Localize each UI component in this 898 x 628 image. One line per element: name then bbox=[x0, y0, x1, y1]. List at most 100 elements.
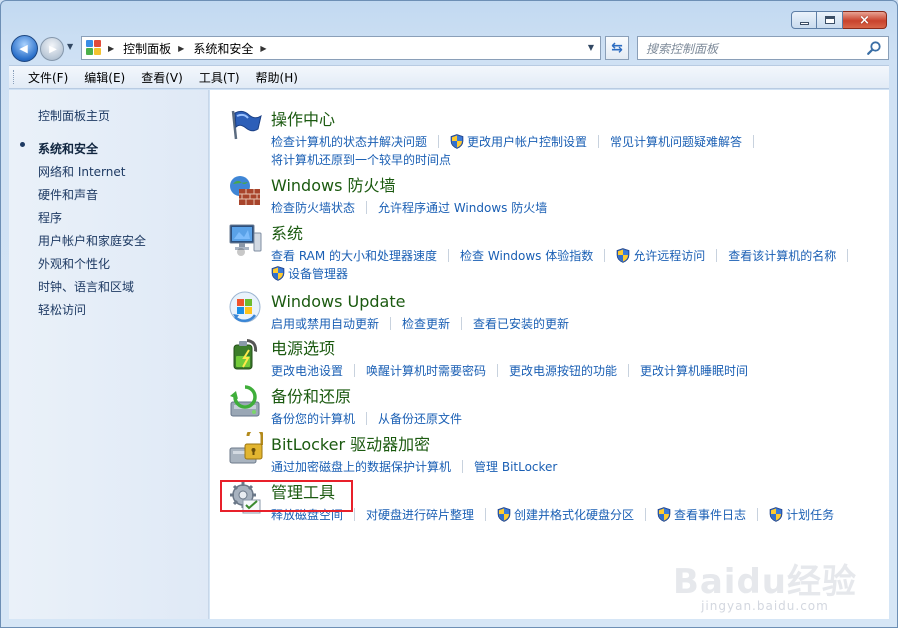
task-link[interactable]: 从备份还原文件 bbox=[378, 410, 462, 427]
task-link[interactable]: 更改电池设置 bbox=[271, 362, 343, 379]
refresh-button[interactable]: ⇆ bbox=[605, 36, 629, 60]
task-link[interactable]: 将计算机还原到一个较早的时间点 bbox=[271, 151, 451, 168]
sidebar-home-link[interactable]: 控制面板主页 bbox=[38, 107, 110, 124]
chevron-right-icon[interactable]: ▶ bbox=[260, 44, 266, 53]
forward-arrow-icon: ▶ bbox=[49, 43, 57, 55]
task-link[interactable]: 唤醒计算机时需要密码 bbox=[366, 362, 486, 379]
menu-bar: 文件(F) 编辑(E) 查看(V) 工具(T) 帮助(H) bbox=[9, 65, 889, 89]
task-link[interactable]: 检查更新 bbox=[402, 315, 450, 332]
menu-help[interactable]: 帮助(H) bbox=[248, 69, 306, 86]
task-link-label: 更改电池设置 bbox=[271, 364, 344, 378]
task-link[interactable]: 备份您的计算机 bbox=[271, 410, 355, 427]
task-link[interactable]: 计划任务 bbox=[769, 506, 834, 523]
maximize-button[interactable] bbox=[817, 11, 843, 29]
chevron-right-icon[interactable]: ▶ bbox=[178, 44, 184, 53]
task-link[interactable]: 查看已安装的更新 bbox=[473, 315, 569, 332]
task-link-label: 允许程序通过 Windows 防火墙 bbox=[378, 201, 548, 215]
task-link[interactable]: 检查计算机的状态并解决问题 bbox=[271, 133, 427, 150]
task-link[interactable]: 设备管理器 bbox=[271, 265, 348, 282]
task-link-label: 将计算机还原到一个较早的时间点 bbox=[271, 153, 452, 167]
task-link-label: 创建并格式化硬盘分区 bbox=[514, 508, 635, 522]
task-link[interactable]: 允许程序通过 Windows 防火墙 bbox=[378, 199, 547, 216]
close-icon: × bbox=[859, 12, 870, 28]
task-link[interactable]: 管理 BitLocker bbox=[474, 458, 557, 475]
windows-update-icon[interactable] bbox=[227, 289, 263, 325]
flag-icon[interactable] bbox=[227, 107, 263, 143]
link-row: 释放磁盘空间 对硬盘进行碎片整理 创建并格式化硬盘分区 查看事件日志 计划任务 bbox=[271, 506, 834, 523]
link-row: 设备管理器 bbox=[271, 265, 348, 282]
task-link[interactable]: 对硬盘进行碎片整理 bbox=[366, 506, 474, 523]
category-title-windows-firewall[interactable]: Windows 防火墙 bbox=[271, 177, 396, 195]
baidu-watermark: Baidu经验 jingyan.baidu.com bbox=[673, 554, 857, 613]
forward-button[interactable]: ▶ bbox=[40, 37, 64, 61]
category-title-backup-restore[interactable]: 备份和还原 bbox=[271, 388, 351, 406]
address-dropdown[interactable]: ▼ bbox=[588, 43, 594, 52]
task-link-label: 备份您的计算机 bbox=[271, 412, 356, 426]
address-bar[interactable]: ▶ 控制面板 ▶ 系统和安全 ▶ ▼ bbox=[81, 36, 601, 60]
menu-edit[interactable]: 编辑(E) bbox=[76, 69, 133, 86]
battery-icon[interactable] bbox=[227, 336, 263, 372]
link-divider bbox=[847, 249, 849, 262]
breadcrumb-root-chevron[interactable]: ▶ bbox=[108, 44, 123, 53]
task-link[interactable]: 查看 RAM 的大小和处理器速度 bbox=[271, 247, 437, 264]
task-link[interactable]: 检查防火墙状态 bbox=[271, 199, 355, 216]
sidebar-item-network[interactable]: 网络和 Internet bbox=[38, 163, 125, 180]
search-icon[interactable] bbox=[866, 40, 882, 56]
category-title-power-options[interactable]: 电源选项 bbox=[271, 340, 335, 358]
menu-view[interactable]: 查看(V) bbox=[133, 69, 191, 86]
task-link[interactable]: 更改计算机睡眠时间 bbox=[640, 362, 748, 379]
link-row: 启用或禁用自动更新 检查更新 查看已安装的更新 bbox=[271, 315, 569, 332]
task-link[interactable]: 查看事件日志 bbox=[657, 506, 746, 523]
task-link[interactable]: 通过加密磁盘上的数据保护计算机 bbox=[271, 458, 451, 475]
minimize-button[interactable] bbox=[791, 11, 817, 29]
link-divider bbox=[598, 135, 600, 148]
link-divider bbox=[645, 508, 647, 521]
task-link-label: 启用或禁用自动更新 bbox=[271, 317, 380, 331]
sidebar-item-system-security[interactable]: 系统和安全 bbox=[38, 140, 98, 157]
category-title-windows-update[interactable]: Windows Update bbox=[271, 293, 405, 311]
link-row: 将计算机还原到一个较早的时间点 bbox=[271, 151, 451, 168]
uac-shield-icon bbox=[271, 266, 285, 281]
task-link[interactable]: 更改电源按钮的功能 bbox=[509, 362, 617, 379]
task-link[interactable]: 启用或禁用自动更新 bbox=[271, 315, 379, 332]
sidebar-item-clock-region[interactable]: 时钟、语言和区域 bbox=[38, 278, 134, 295]
category-title-system[interactable]: 系统 bbox=[271, 225, 303, 243]
sidebar-item-user-accounts[interactable]: 用户帐户和家庭安全 bbox=[38, 232, 146, 249]
task-link[interactable]: 更改用户帐户控制设置 bbox=[450, 133, 587, 150]
task-link[interactable]: 创建并格式化硬盘分区 bbox=[497, 506, 634, 523]
backup-icon[interactable] bbox=[227, 384, 263, 420]
task-link[interactable]: 允许远程访问 bbox=[616, 247, 705, 264]
bitlocker-icon[interactable] bbox=[227, 432, 263, 468]
sidebar-item-programs[interactable]: 程序 bbox=[38, 209, 62, 226]
task-link[interactable]: 常见计算机问题疑难解答 bbox=[610, 133, 742, 150]
sidebar-item-ease-of-access[interactable]: 轻松访问 bbox=[38, 301, 86, 318]
search-input[interactable]: 搜索控制面板 bbox=[637, 36, 889, 60]
watermark-logo: Baidu经验 bbox=[672, 562, 857, 602]
task-link-label: 检查计算机的状态并解决问题 bbox=[271, 135, 428, 149]
task-link-label: 计划任务 bbox=[786, 508, 835, 522]
task-link-label: 唤醒计算机时需要密码 bbox=[366, 364, 487, 378]
back-button[interactable]: ◀ bbox=[11, 35, 38, 62]
recent-pages-dropdown[interactable]: ▼ bbox=[67, 42, 73, 51]
sidebar: 控制面板主页 系统和安全 网络和 Internet 硬件和声音 程序 用户帐户和… bbox=[9, 90, 209, 619]
menu-tools[interactable]: 工具(T) bbox=[191, 69, 248, 86]
category-title-action-center[interactable]: 操作中心 bbox=[271, 111, 335, 129]
link-divider bbox=[366, 201, 368, 214]
task-link[interactable]: 检查 Windows 体验指数 bbox=[460, 247, 593, 264]
refresh-icon: ⇆ bbox=[611, 40, 623, 56]
menu-file[interactable]: 文件(F) bbox=[20, 69, 76, 86]
link-divider bbox=[628, 364, 630, 377]
task-link-label: 更改用户帐户控制设置 bbox=[467, 135, 588, 149]
link-row: 更改电池设置 唤醒计算机时需要密码 更改电源按钮的功能 更改计算机睡眠时间 bbox=[271, 362, 748, 379]
task-link-label: 通过加密磁盘上的数据保护计算机 bbox=[271, 460, 452, 474]
task-link[interactable]: 查看该计算机的名称 bbox=[728, 247, 836, 264]
close-button[interactable]: × bbox=[843, 11, 887, 29]
sidebar-item-hardware-sound[interactable]: 硬件和声音 bbox=[38, 186, 98, 203]
computer-icon[interactable] bbox=[227, 221, 263, 257]
breadcrumb-control-panel[interactable]: 控制面板 ▶ bbox=[123, 40, 193, 57]
uac-shield-icon bbox=[657, 507, 671, 522]
sidebar-item-appearance[interactable]: 外观和个性化 bbox=[38, 255, 110, 272]
breadcrumb-system-security[interactable]: 系统和安全 ▶ bbox=[193, 40, 275, 57]
firewall-icon[interactable] bbox=[227, 173, 263, 209]
category-title-bitlocker[interactable]: BitLocker 驱动器加密 bbox=[271, 436, 430, 454]
